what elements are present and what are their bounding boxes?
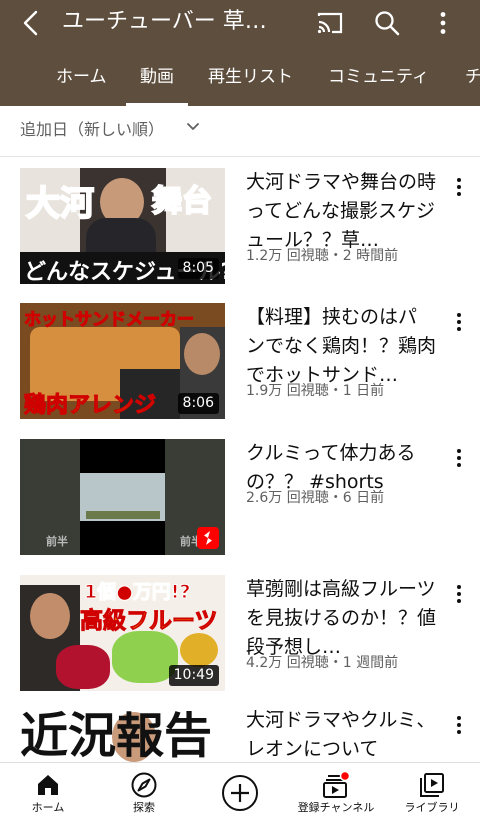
more-options-button[interactable] (426, 6, 460, 40)
video-duration: 8:05 (177, 258, 219, 279)
tab-playlists[interactable]: 再生リスト (208, 58, 293, 106)
subscriptions-icon (323, 771, 351, 798)
nav-label: 探索 (133, 801, 155, 814)
video-action-menu-button[interactable] (448, 710, 470, 740)
cast-icon (317, 12, 343, 34)
nav-library[interactable]: ライブラリ (396, 763, 468, 823)
video-action-menu-button[interactable] (448, 443, 470, 473)
search-icon (375, 11, 400, 36)
compass-icon (131, 772, 157, 798)
video-item[interactable]: 大河 舞台 どんなスケジュール? 8:05 大河ドラマや舞台の時ってどんな撮影ス… (0, 168, 480, 286)
video-thumbnail[interactable]: 1個●万円!? 高級フルーツ 10:49 (20, 575, 225, 691)
video-title[interactable]: 草彅剛は高級フルーツを見抜けるのか！？値段予想し… (246, 575, 436, 662)
video-meta: 4.2万 回視聴・1 週間前 (246, 655, 399, 671)
video-item[interactable]: ホットサンドメーカー 鶏肉アレンジ 8:06 【料理】挟むのはパンでなく鶏肉！？… (0, 303, 480, 421)
nav-explore[interactable]: 探索 (108, 763, 180, 823)
video-action-menu-button[interactable] (448, 307, 470, 337)
thumbnail-caption: 1個●万円!? (84, 581, 191, 604)
thumbnail-caption: 前半 (46, 535, 68, 548)
bottom-navigation: ホーム 探索 登録チャンネル ライブラリ (0, 762, 480, 823)
video-thumbnail[interactable]: 大河 舞台 どんなスケジュール? 8:05 (20, 168, 225, 284)
video-thumbnail[interactable]: ホットサンドメーカー 鶏肉アレンジ 8:06 (20, 303, 225, 419)
channel-tabs: ホーム 動画 再生リスト コミュニティ チ (0, 58, 480, 106)
chevron-down-icon (187, 123, 199, 130)
nav-label: ライブラリ (404, 801, 460, 814)
sort-label: 追加日（新しい順） (20, 120, 165, 139)
video-meta: 2.6万 回視聴・6 日前 (246, 490, 385, 506)
tab-community[interactable]: コミュニティ (328, 58, 429, 106)
video-title[interactable]: 大河ドラマやクルミ、レオンについて (246, 706, 436, 762)
video-thumbnail[interactable]: 前半 前半 (20, 439, 225, 555)
channel-header: ユーチューバー 草… ホーム 動画 再生リスト コミュニティ チ (0, 0, 480, 106)
nav-subscriptions[interactable]: 登録チャンネル (288, 763, 384, 823)
thumbnail-caption: 鶏肉アレンジ (23, 393, 157, 419)
back-button[interactable] (14, 6, 48, 40)
create-icon (222, 775, 258, 811)
video-action-menu-button[interactable] (448, 172, 470, 202)
video-meta: 1.2万 回視聴・2 時間前 (246, 248, 399, 264)
tab-home[interactable]: ホーム (56, 58, 107, 106)
shorts-icon (197, 527, 219, 549)
library-icon (420, 773, 444, 797)
sort-dropdown[interactable]: 追加日（新しい順） (0, 106, 480, 157)
video-item[interactable]: 1個●万円!? 高級フルーツ 10:49 草彅剛は高級フルーツを見抜けるのか！？… (0, 575, 480, 693)
video-action-menu-button[interactable] (448, 579, 470, 609)
video-meta: 1.9万 回視聴・1 日前 (246, 383, 385, 399)
cast-button[interactable] (313, 6, 347, 40)
thumbnail-caption: 近況報告 (20, 708, 213, 762)
tab-channels[interactable]: チ (465, 58, 480, 106)
video-duration: 8:06 (177, 393, 219, 414)
thumbnail-caption: 高級フルーツ (80, 608, 219, 635)
video-duration: 10:49 (168, 665, 219, 686)
back-arrow-icon (23, 10, 38, 36)
nav-home[interactable]: ホーム (12, 763, 84, 823)
tab-videos[interactable]: 動画 (126, 58, 188, 106)
thumbnail-caption: ホットサンドメーカー (24, 310, 195, 331)
nav-label: 登録チャンネル (297, 801, 375, 814)
video-item[interactable]: 近況報告 大河ドラマやクルミ、レオンについて (0, 706, 480, 762)
top-app-bar: ユーチューバー 草… (0, 0, 480, 46)
home-icon (38, 775, 58, 795)
video-item[interactable]: 前半 前半 クルミって体力あるの？？ #shorts 2.6万 回視聴・6 日前 (0, 439, 480, 557)
thumbnail-caption: 舞台 (151, 183, 213, 220)
more-vert-icon (440, 12, 446, 34)
search-button[interactable] (370, 6, 404, 40)
video-title[interactable]: 【料理】挟むのはパンでなく鶏肉！？鶏肉でホットサンド… (246, 303, 436, 390)
nav-label: ホーム (31, 801, 65, 814)
thumbnail-caption: 大河 (25, 183, 95, 225)
channel-title: ユーチューバー 草… (62, 9, 267, 34)
nav-create[interactable] (204, 763, 276, 823)
video-thumbnail[interactable]: 近況報告 (20, 706, 225, 762)
video-title[interactable]: 大河ドラマや舞台の時ってどんな撮影スケジュール？？草… (246, 168, 436, 255)
